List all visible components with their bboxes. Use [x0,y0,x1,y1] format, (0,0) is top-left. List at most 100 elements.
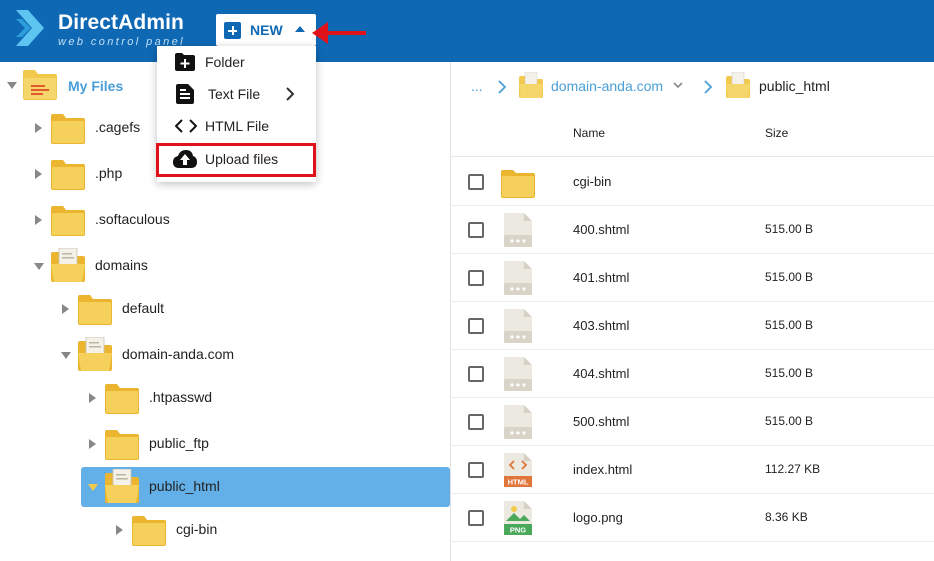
home-folder-icon [23,70,57,100]
collapse-arrow-icon[interactable] [61,352,71,359]
tree-label: .php [95,165,123,181]
expand-arrow-icon[interactable] [89,439,96,449]
collapse-arrow-icon[interactable] [7,82,17,89]
new-button[interactable]: NEW [216,14,316,46]
breadcrumb: ... domain-anda.com public_html [451,62,934,110]
svg-text:PNG: PNG [510,526,526,535]
file-name[interactable]: 400.shtml [573,222,629,237]
collapse-arrow-icon[interactable] [34,263,44,270]
file-icon [504,357,532,396]
tree-label: public_html [149,478,220,494]
folder-icon [105,428,139,465]
expand-arrow-icon[interactable] [89,393,96,403]
table-row[interactable]: cgi-bin [451,158,934,206]
tree-label: .softaculous [95,211,170,227]
tree-item-softaculous[interactable]: .softaculous [0,200,450,240]
collapse-arrow-icon[interactable] [88,484,98,491]
chevron-right-icon [704,80,713,94]
file-size: 112.27 KB [765,462,821,476]
row-checkbox[interactable] [468,270,484,286]
file-name[interactable]: logo.png [573,510,623,525]
menu-item-html-file[interactable]: HTML File [157,110,316,142]
tree-item-domains[interactable]: domains [0,246,450,286]
folder-icon [78,293,112,330]
file-icon [504,405,532,444]
expand-arrow-icon[interactable] [35,215,42,225]
file-size: 515.00 B [765,318,814,332]
folder-icon [501,168,535,203]
file-size: 515.00 B [765,366,814,380]
tree-item-default[interactable]: default [0,289,450,329]
file-name[interactable]: index.html [573,462,632,477]
tree-label: default [122,300,165,316]
column-header-size[interactable]: Size [765,126,788,140]
row-checkbox[interactable] [468,174,484,190]
menu-item-label: Text File [208,86,261,102]
file-name[interactable]: cgi-bin [573,174,611,189]
folder-icon [132,514,166,551]
expand-arrow-icon[interactable] [35,123,42,133]
tree-item-htpasswd[interactable]: .htpasswd [0,378,450,418]
upload-highlight-box [156,143,316,177]
code-icon [175,119,197,133]
tree-item-domain-anda-com[interactable]: domain-anda.com [0,335,450,375]
folder-icon [51,158,85,195]
menu-item-label: Folder [205,54,245,70]
table-row[interactable]: HTML index.html 112.27 KB [451,446,934,494]
open-folder-icon [78,336,112,376]
tree-label: .htpasswd [149,389,213,405]
column-header-name[interactable]: Name [573,126,605,140]
expand-arrow-icon[interactable] [62,304,69,314]
svg-text:HTML: HTML [508,478,529,487]
row-checkbox[interactable] [468,414,484,430]
menu-item-label: HTML File [205,118,270,134]
open-folder-icon [51,247,85,287]
row-checkbox[interactable] [468,222,484,238]
row-checkbox[interactable] [468,366,484,382]
file-icon [504,309,532,348]
file-size: 515.00 B [765,414,814,428]
open-folder-icon [105,468,139,508]
tree-label: domains [95,257,148,273]
file-name[interactable]: 404.shtml [573,366,629,381]
folder-icon [51,204,85,241]
table-row[interactable]: PNG logo.png 8.36 KB [451,494,934,542]
tree-item-cgi-bin[interactable]: cgi-bin [0,510,450,550]
menu-item-text-file[interactable]: Text File [157,78,316,110]
document-icon [176,84,194,104]
chevron-right-icon [286,87,295,101]
folder-plus-icon [175,53,195,71]
file-table-header: Name Size [451,110,934,157]
expand-arrow-icon[interactable] [116,525,123,535]
table-row[interactable]: 500.shtml 515.00 B [451,398,934,446]
menu-item-folder[interactable]: Folder [157,46,316,78]
breadcrumb-current: public_html [759,78,830,94]
row-checkbox[interactable] [468,510,484,526]
file-size: 515.00 B [765,222,814,236]
tree-label: cgi-bin [176,521,218,537]
row-checkbox[interactable] [468,318,484,334]
chevron-down-icon[interactable] [673,81,683,89]
file-name[interactable]: 401.shtml [573,270,629,285]
new-button-label: NEW [250,22,283,38]
tree-item-public-ftp[interactable]: public_ftp [0,424,450,464]
row-checkbox[interactable] [468,462,484,478]
file-size: 8.36 KB [765,510,808,524]
directadmin-logo-icon [16,10,44,46]
png-file-icon: PNG [504,501,532,540]
table-row[interactable]: 400.shtml 515.00 B [451,206,934,254]
tree-label: public_ftp [149,435,209,451]
table-row[interactable]: 401.shtml 515.00 B [451,254,934,302]
file-name[interactable]: 403.shtml [573,318,629,333]
breadcrumb-ellipsis[interactable]: ... [471,78,483,94]
top-header: DirectAdmin web control panel NEW [0,0,934,62]
table-row[interactable]: 404.shtml 515.00 B [451,350,934,398]
expand-arrow-icon[interactable] [35,169,42,179]
breadcrumb-domain-link[interactable]: domain-anda.com [551,78,663,94]
new-dropdown-menu: Folder Text File HTML File Upload files [156,46,316,182]
tree-item-public-html[interactable]: public_html [81,467,450,507]
file-name[interactable]: 500.shtml [573,414,629,429]
file-icon [504,213,532,252]
plus-icon [224,22,241,39]
table-row[interactable]: 403.shtml 515.00 B [451,302,934,350]
